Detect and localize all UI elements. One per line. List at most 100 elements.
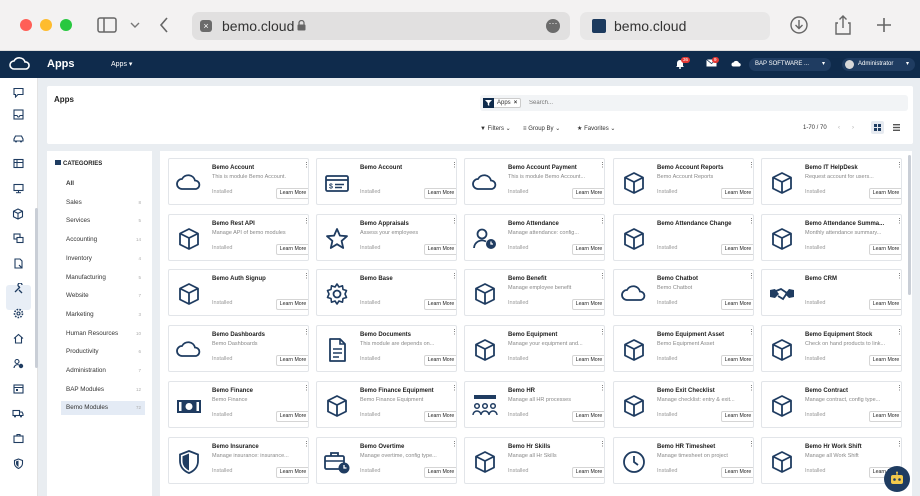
learn-more-button[interactable]: Learn More [572,466,604,478]
category-item[interactable]: Productivity 6 [61,345,145,359]
app-card[interactable]: $ Bemo Account Installed Learn More ⋮ [316,158,457,205]
kebab-menu-icon[interactable]: ⋮ [451,329,456,336]
learn-more-button[interactable]: Learn More [276,355,308,367]
kebab-menu-icon[interactable]: ⋮ [599,441,604,448]
group-by-dropdown[interactable]: ≡ Group By ⌄ [523,125,560,132]
close-tab-icon[interactable]: × [200,20,212,32]
sidebar-car-icon[interactable] [11,131,25,145]
sidebar-shield-icon[interactable] [11,456,25,470]
category-item[interactable]: Sales 8 [61,196,145,210]
user-menu[interactable]: Administrator ▾ [842,58,915,71]
sidebar-spreadsheet-icon[interactable] [11,156,25,170]
main-scrollbar[interactable] [908,155,911,295]
app-card[interactable]: Bemo Benefit Manage employee benefit Insta… [464,269,605,317]
sidebar-chat-icon[interactable] [11,85,25,99]
app-card[interactable]: Bemo Attendance Manage attendance: config… [464,213,605,261]
learn-more-button[interactable]: Learn More [721,410,753,422]
sidebar-home-icon[interactable] [11,331,25,345]
kebab-menu-icon[interactable]: ⋮ [896,385,901,392]
sidebar-gear-icon[interactable] [11,306,25,320]
address-bar[interactable]: × bemo.cloud ··· [192,12,570,40]
kebab-menu-icon[interactable]: ⋮ [748,329,753,336]
kebab-menu-icon[interactable]: ⋮ [896,441,901,448]
search-input[interactable] [529,97,729,109]
app-card[interactable]: Bemo Dashboards Bemo Dashboards Installed L… [168,325,309,373]
app-card[interactable]: Bemo HR Timesheet Manage timesheet on pro… [613,436,754,484]
search-bar[interactable]: Apps × [480,95,908,111]
sidebar-desktop-icon[interactable] [11,181,25,195]
category-item[interactable]: BAP Modules 12 [61,383,145,397]
app-card[interactable]: Bemo Overtime Manage overtime, config typ… [316,436,457,484]
remove-facet-icon[interactable]: × [514,100,521,106]
sidebar-box-icon[interactable] [11,207,25,221]
learn-more-button[interactable]: Learn More [721,299,753,311]
app-card[interactable]: Bemo CRM Installed Learn More ⋮ [761,269,902,317]
minimize-window-button[interactable] [40,19,52,31]
app-card[interactable]: Bemo Attendance Summa... Monthly attendan… [761,213,902,261]
category-item[interactable]: Website 7 [61,289,145,303]
app-card[interactable]: Bemo Chatbot Bemo Chatbot Installed Learn M… [613,269,754,317]
sidebar-truck-icon[interactable] [11,406,25,420]
sidebar-briefcase-icon[interactable] [11,431,25,445]
apps-menu[interactable]: Apps ▾ [111,60,132,68]
learn-more-button[interactable]: Learn More [424,466,456,478]
zoom-window-button[interactable] [60,19,72,31]
app-card[interactable]: Bemo Auth Signup Installed Learn More ⋮ [168,269,309,317]
kebab-menu-icon[interactable]: ⋮ [599,385,604,392]
learn-more-button[interactable]: Learn More [869,188,901,199]
app-card[interactable]: Bemo Rest API Manage API of bemo modules I… [168,213,309,261]
chatbot-button[interactable] [884,466,910,492]
category-item[interactable]: All [61,177,145,191]
kebab-menu-icon[interactable]: ⋮ [599,218,604,225]
kebab-menu-icon[interactable]: ⋮ [748,385,753,392]
kebab-menu-icon[interactable]: ⋮ [748,162,753,169]
kebab-menu-icon[interactable]: ⋮ [303,218,308,225]
learn-more-button[interactable]: Learn More [276,466,308,478]
tab-bemo-cloud[interactable]: bemo.cloud [580,12,770,40]
learn-more-button[interactable]: Learn More [276,410,308,422]
kebab-menu-icon[interactable]: ⋮ [303,329,308,336]
share-icon[interactable] [832,14,854,36]
kebab-menu-icon[interactable]: ⋮ [599,329,604,336]
app-card[interactable]: Bemo Documents This module are depends on… [316,325,457,373]
category-item[interactable]: Manufacturing 5 [61,271,145,285]
sidebar-scrollbar[interactable] [35,208,38,368]
close-window-button[interactable] [20,19,32,31]
sidebar-calendar-icon[interactable] [11,381,25,395]
kebab-menu-icon[interactable]: ⋮ [599,273,604,280]
app-card[interactable]: Bemo Hr Skills Manage all Hr Skills Instal… [464,436,605,484]
app-card[interactable]: Bemo Attendance Change Installed Learn Mor… [613,213,754,261]
learn-more-button[interactable]: Learn More [721,188,753,199]
app-card[interactable]: Bemo Insurance Manage insurance: insuranc… [168,436,309,484]
kebab-menu-icon[interactable]: ⋮ [451,162,456,169]
learn-more-button[interactable]: Learn More [572,299,604,311]
download-icon[interactable] [788,14,810,36]
kebab-menu-icon[interactable]: ⋮ [451,385,456,392]
back-icon[interactable] [153,14,175,36]
new-tab-icon[interactable] [873,14,895,36]
learn-more-button[interactable]: Learn More [572,355,604,367]
learn-more-button[interactable]: Learn More [424,188,456,199]
sidebar-inbox-icon[interactable] [11,107,25,121]
sidebar-document-icon[interactable] [11,256,25,270]
app-card[interactable]: Bemo Contract Manage contract, config typ… [761,380,902,428]
kebab-menu-icon[interactable]: ⋮ [748,441,753,448]
kebab-menu-icon[interactable]: ⋮ [303,162,308,169]
learn-more-button[interactable]: Learn More [572,243,604,255]
app-card[interactable]: Bemo Account This is module Bemo Account.… [168,158,309,205]
category-item[interactable]: Administration 7 [61,364,145,378]
sidebar-toggle-icon[interactable] [96,14,118,36]
category-item[interactable]: Services 5 [61,214,145,228]
sidebar-chat-bubbles-icon[interactable] [11,231,25,245]
filters-dropdown[interactable]: ▼ Filters ⌄ [480,125,511,132]
sidebar-user-clock-icon[interactable] [11,356,25,370]
kebab-menu-icon[interactable]: ⋮ [303,441,308,448]
kebab-menu-icon[interactable]: ⋮ [896,329,901,336]
search-facet[interactable]: Apps × [483,98,522,108]
category-item[interactable]: Marketing 3 [61,308,145,322]
app-card[interactable]: Bemo Equipment Manage your equipment and.… [464,325,605,373]
app-card[interactable]: Bemo Equipment Stock Check on hand produc… [761,325,902,373]
kebab-menu-icon[interactable]: ⋮ [896,218,901,225]
cloud-icon[interactable] [731,60,742,67]
app-card[interactable]: Bemo Base Installed Learn More ⋮ [316,269,457,317]
